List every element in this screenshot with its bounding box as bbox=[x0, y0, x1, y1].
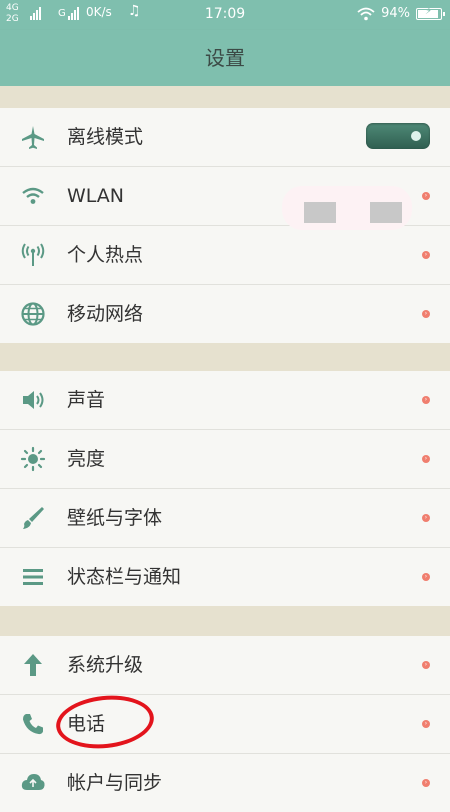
settings-item-system-update[interactable]: 系统升级 › bbox=[0, 636, 450, 695]
brush-icon bbox=[20, 505, 46, 531]
settings-item-label: WLAN bbox=[67, 185, 125, 207]
settings-item-airplane-mode[interactable]: 离线模式 bbox=[0, 108, 450, 167]
settings-item-label: 个人热点 bbox=[67, 244, 144, 266]
settings-item-mobile-network[interactable]: 移动网络 › bbox=[0, 285, 450, 343]
arrow-up-icon bbox=[20, 652, 46, 678]
globe-icon bbox=[20, 301, 46, 327]
airplane-icon bbox=[20, 124, 46, 150]
phone-icon bbox=[20, 711, 46, 737]
section-divider bbox=[0, 341, 450, 371]
chevron-right-icon: › bbox=[422, 573, 430, 581]
settings-item-label: 离线模式 bbox=[67, 126, 144, 148]
wifi-icon bbox=[20, 183, 46, 209]
battery-icon: ⚡ bbox=[416, 6, 445, 20]
settings-item-statusbar-notifications[interactable]: 状态栏与通知 › bbox=[0, 548, 450, 606]
section-divider bbox=[0, 86, 450, 108]
settings-item-label: 状态栏与通知 bbox=[67, 566, 182, 588]
settings-item-label: 壁纸与字体 bbox=[67, 507, 163, 529]
chevron-right-icon: › bbox=[422, 396, 430, 404]
settings-item-label: 声音 bbox=[67, 389, 106, 411]
toggle-knob bbox=[411, 131, 421, 141]
settings-item-label: 帐户与同步 bbox=[67, 772, 163, 794]
settings-item-hotspot[interactable]: 个人热点 › bbox=[0, 226, 450, 285]
settings-item-accounts-sync[interactable]: 帐户与同步 › bbox=[0, 754, 450, 812]
settings-item-brightness[interactable]: 亮度 › bbox=[0, 430, 450, 489]
status-right: 94% ⚡ bbox=[357, 6, 445, 21]
settings-item-wallpaper-font[interactable]: 壁纸与字体 › bbox=[0, 489, 450, 548]
settings-item-label: 移动网络 bbox=[67, 303, 144, 325]
chevron-right-icon: › bbox=[422, 514, 430, 522]
section-divider bbox=[0, 606, 450, 636]
settings-item-label: 系统升级 bbox=[67, 654, 144, 676]
chevron-right-icon: › bbox=[422, 251, 430, 259]
airplane-mode-toggle[interactable] bbox=[366, 123, 430, 149]
settings-item-sound[interactable]: 声音 › bbox=[0, 371, 450, 430]
wifi-status-icon bbox=[357, 7, 375, 21]
chevron-right-icon: › bbox=[422, 192, 430, 200]
brightness-icon bbox=[20, 446, 46, 472]
battery-percent: 94% bbox=[381, 6, 410, 21]
chevron-right-icon: › bbox=[422, 661, 430, 669]
chevron-right-icon: › bbox=[422, 779, 430, 787]
chevron-right-icon: › bbox=[422, 720, 430, 728]
chevron-right-icon: › bbox=[422, 455, 430, 463]
redacted-wifi-name bbox=[282, 186, 412, 230]
settings-group-display: 声音 › 亮度 › 壁纸与字体 › 状态栏与通知 › bbox=[0, 371, 450, 606]
status-bar: 4G 2G G 0K/s ♫ 17:09 94% ⚡ bbox=[0, 0, 450, 30]
speaker-icon bbox=[20, 387, 46, 413]
hotspot-icon bbox=[20, 242, 46, 268]
settings-item-label: 亮度 bbox=[67, 448, 106, 470]
list-icon bbox=[20, 564, 46, 590]
page-title: 设置 bbox=[0, 30, 450, 86]
cloud-sync-icon bbox=[20, 770, 46, 796]
chevron-right-icon: › bbox=[422, 310, 430, 318]
